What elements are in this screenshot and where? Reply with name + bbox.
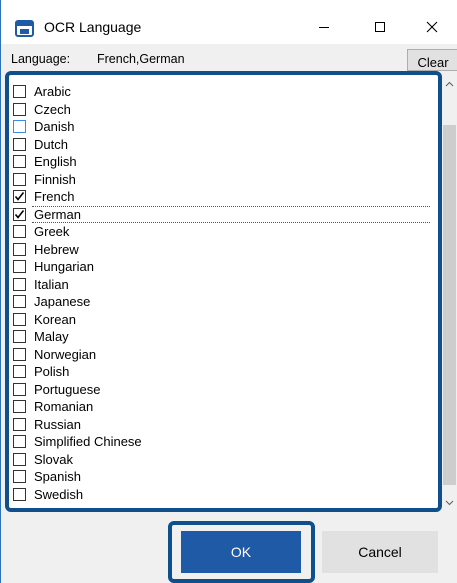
- language-item[interactable]: Danish: [13, 118, 434, 136]
- language-checkbox[interactable]: [13, 137, 26, 151]
- minimize-icon: [319, 27, 329, 28]
- checkmark-icon: [14, 209, 25, 219]
- window-title: OCR Language: [44, 19, 142, 35]
- language-checkbox[interactable]: [13, 487, 26, 501]
- language-item-label: Hungarian: [34, 259, 94, 275]
- language-item[interactable]: Polish: [13, 363, 434, 381]
- language-item-label: Korean: [34, 311, 76, 327]
- checkmark-icon: [14, 192, 25, 202]
- language-item[interactable]: French: [13, 188, 434, 206]
- language-checkbox[interactable]: [13, 225, 26, 239]
- language-item-label: Danish: [34, 119, 75, 135]
- language-checkbox[interactable]: [13, 242, 26, 256]
- language-item-label: Dutch: [34, 136, 68, 152]
- language-checkbox[interactable]: [13, 260, 26, 274]
- chevron-up-icon: [445, 81, 454, 86]
- language-checkbox[interactable]: [13, 207, 26, 221]
- ocr-language-dialog: OCR Language Language: French,German Cle…: [0, 0, 457, 583]
- close-icon: [426, 21, 438, 33]
- chevron-down-icon: [445, 500, 454, 505]
- language-checkbox[interactable]: [13, 330, 26, 344]
- language-item[interactable]: Italian: [13, 276, 434, 294]
- language-checkbox[interactable]: [13, 347, 26, 361]
- language-item[interactable]: German: [13, 205, 434, 223]
- selected-languages-value: French,German: [97, 52, 185, 66]
- ok-button[interactable]: OK: [181, 531, 301, 573]
- language-item-label: Slovak: [34, 451, 74, 467]
- maximize-button[interactable]: [357, 10, 403, 44]
- language-item-label: Czech: [34, 101, 71, 117]
- language-label: Language:: [11, 52, 71, 66]
- language-checkbox[interactable]: [13, 295, 26, 309]
- language-item[interactable]: Romanian: [13, 398, 434, 416]
- language-item[interactable]: Dutch: [13, 136, 434, 154]
- language-checkbox[interactable]: [13, 102, 26, 116]
- language-item[interactable]: Finnish: [13, 171, 434, 189]
- language-list-highlight: Arabic Czech Danish Dutch English Finnish Fren…: [5, 71, 442, 512]
- language-checklist: Arabic Czech Danish Dutch English Finnish Fren…: [13, 83, 434, 503]
- language-item-label: Spanish: [34, 469, 81, 485]
- maximize-icon: [375, 22, 385, 32]
- language-item-label: Portuguese: [34, 381, 101, 397]
- app-icon: [15, 20, 34, 37]
- language-item-label: German: [34, 206, 81, 222]
- language-item-label: French: [34, 189, 75, 205]
- language-item-label: Hebrew: [34, 241, 79, 257]
- language-checkbox[interactable]: [13, 172, 26, 186]
- language-item-label: Norwegian: [34, 346, 97, 362]
- language-item-label: Russian: [34, 416, 81, 432]
- language-checkbox[interactable]: [13, 85, 26, 99]
- language-item-label: Romanian: [34, 399, 94, 415]
- language-item-label: Simplified Chinese: [34, 434, 142, 450]
- language-item-label: Japanese: [34, 294, 91, 310]
- scroll-thumb[interactable]: [443, 125, 456, 485]
- language-item[interactable]: Korean: [13, 311, 434, 329]
- language-item[interactable]: Portuguese: [13, 381, 434, 399]
- scroll-down-button[interactable]: [442, 494, 457, 511]
- list-scrollbar[interactable]: [442, 75, 457, 511]
- language-item-label: Swedish: [34, 486, 84, 502]
- language-item-label: Arabic: [34, 84, 71, 100]
- language-item[interactable]: Swedish: [13, 486, 434, 504]
- scroll-up-button[interactable]: [442, 75, 457, 92]
- cancel-button[interactable]: Cancel: [322, 531, 438, 573]
- language-checkbox[interactable]: [13, 470, 26, 484]
- language-item[interactable]: Arabic: [13, 83, 434, 101]
- language-checkbox[interactable]: [13, 312, 26, 326]
- language-checkbox[interactable]: [13, 435, 26, 449]
- language-checkbox[interactable]: [13, 277, 26, 291]
- title-bar: OCR Language: [1, 0, 457, 44]
- language-item-label: English: [34, 154, 77, 170]
- language-item-label: Greek: [34, 224, 70, 240]
- language-summary-row: Language: French,German: [1, 44, 457, 68]
- language-checkbox[interactable]: [13, 365, 26, 379]
- language-checkbox[interactable]: [13, 400, 26, 414]
- language-item[interactable]: English: [13, 153, 434, 171]
- language-item[interactable]: Malay: [13, 328, 434, 346]
- language-item-label: Malay: [34, 329, 69, 345]
- language-item[interactable]: Hebrew: [13, 241, 434, 259]
- language-item-label: Italian: [34, 276, 69, 292]
- language-checkbox[interactable]: [13, 417, 26, 431]
- language-item[interactable]: Japanese: [13, 293, 434, 311]
- language-item-label: Polish: [34, 364, 70, 380]
- close-button[interactable]: [409, 10, 455, 44]
- language-checkbox[interactable]: [13, 452, 26, 466]
- language-item[interactable]: Simplified Chinese: [13, 433, 434, 451]
- language-item[interactable]: Greek: [13, 223, 434, 241]
- language-item[interactable]: Spanish: [13, 468, 434, 486]
- language-checkbox[interactable]: [13, 190, 26, 204]
- language-item[interactable]: Slovak: [13, 451, 434, 469]
- language-item-label: Finnish: [34, 171, 76, 187]
- language-item[interactable]: Hungarian: [13, 258, 434, 276]
- minimize-button[interactable]: [301, 10, 347, 44]
- language-item[interactable]: Russian: [13, 416, 434, 434]
- language-item[interactable]: Czech: [13, 101, 434, 119]
- language-checkbox[interactable]: [13, 120, 26, 134]
- focus-indicator-top: [32, 205, 430, 207]
- clear-button[interactable]: Clear: [407, 49, 457, 71]
- language-checkbox[interactable]: [13, 155, 26, 169]
- language-checkbox[interactable]: [13, 382, 26, 396]
- language-item[interactable]: Norwegian: [13, 346, 434, 364]
